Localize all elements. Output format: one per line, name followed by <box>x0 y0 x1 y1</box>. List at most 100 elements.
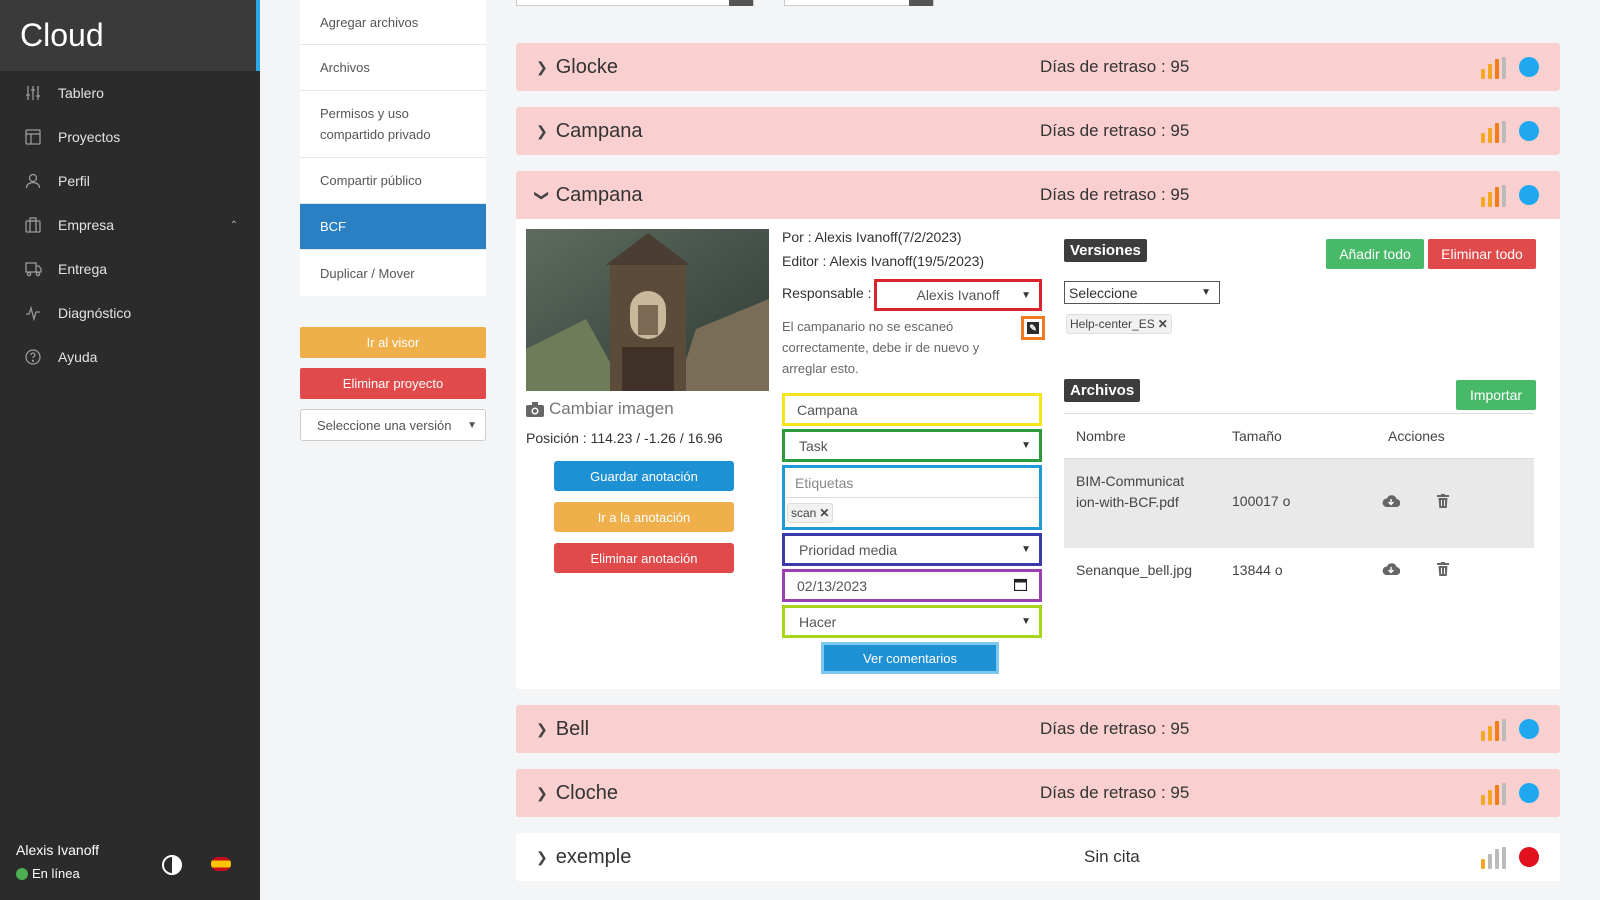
view-comments-button[interactable]: Ver comentarios <box>821 642 999 674</box>
title-input[interactable]: Campana <box>782 393 1042 426</box>
issue-row[interactable]: ❯ Campana Días de retraso : 95 <box>516 107 1560 155</box>
tag-label: scan <box>791 506 817 520</box>
issue-detail-panel: Cambiar imagen Posición : 114.23 / -1.26… <box>516 219 1560 689</box>
versions-select[interactable]: Seleccione ▼ <box>1064 281 1220 304</box>
issue-title: Campana <box>555 183 643 206</box>
chevron-up-icon[interactable]: ⌃ <box>230 220 238 231</box>
chevron-right-icon: ❯ <box>536 784 548 801</box>
issue-row[interactable]: ❯ Bell Días de retraso : 95 <box>516 705 1560 753</box>
top-select-stub[interactable] <box>784 0 934 6</box>
type-value: Task <box>799 437 828 454</box>
remove-all-button[interactable]: Eliminar todo <box>1428 239 1536 269</box>
user-status: En línea <box>16 866 80 881</box>
responsible-select[interactable]: Alexis Ivanoff ▼ <box>874 279 1042 311</box>
due-date-value: 02/13/2023 <box>797 577 868 594</box>
chevron-down-icon: ▼ <box>1021 440 1031 451</box>
sidebar-item-label: Diagnóstico <box>58 305 132 321</box>
files-table: Nombre Tamaño Acciones BIM-Communication… <box>1064 413 1534 594</box>
files-table-header: Nombre Tamaño Acciones <box>1064 413 1534 459</box>
project-menu: Agregar archivos Archivos Permisos y uso… <box>300 0 486 296</box>
type-select[interactable]: Task ▼ <box>782 429 1042 462</box>
edited-by: Editor : Alexis Ivanoff(19/5/2023) <box>782 253 985 269</box>
column-header: Tamaño <box>1232 428 1282 444</box>
delete-annotation-button[interactable]: Eliminar anotación <box>554 543 734 573</box>
save-annotation-button[interactable]: Guardar anotación <box>554 461 734 491</box>
issue-delay: Días de retraso : 95 <box>1040 719 1190 738</box>
chevron-right-icon: ❯ <box>536 122 548 139</box>
state-select[interactable]: Hacer ▼ <box>782 605 1042 638</box>
spanish-flag-icon[interactable] <box>211 857 231 871</box>
delete-project-button[interactable]: Eliminar proyecto <box>300 368 486 399</box>
remove-tag-icon[interactable]: ✕ <box>819 506 829 520</box>
download-icon[interactable] <box>1382 562 1401 579</box>
priority-bars-icon <box>1481 185 1506 207</box>
table-row[interactable]: Senanque_bell.jpg 13844 o <box>1064 548 1534 594</box>
versions-heading: Versiones <box>1064 239 1147 262</box>
table-row[interactable]: BIM-Communication-with-BCF.pdf 100017 o <box>1064 459 1534 548</box>
file-size: 100017 o <box>1232 493 1291 509</box>
building-icon <box>24 216 42 234</box>
trash-icon[interactable] <box>1437 494 1449 511</box>
version-chip-label: Help-center_ES <box>1070 317 1155 331</box>
files-heading: Archivos <box>1064 379 1141 402</box>
top-input-stub[interactable] <box>516 0 754 6</box>
menu-item-bcf[interactable]: BCF <box>300 204 486 250</box>
sidebar-item-label: Entrega <box>58 261 108 277</box>
issue-row[interactable]: ❯ Cloche Días de retraso : 95 <box>516 769 1560 817</box>
brand-logo[interactable]: Cloud <box>0 0 260 71</box>
column-header: Acciones <box>1388 428 1445 444</box>
issue-title: Campana <box>555 119 643 142</box>
change-image-link[interactable]: Cambiar imagen <box>526 399 674 419</box>
goto-annotation-button[interactable]: Ir a la anotación <box>554 502 734 532</box>
menu-item-compartir-publico[interactable]: Compartir público <box>300 158 486 204</box>
user-name: Alexis Ivanoff <box>16 842 100 858</box>
menu-item-duplicar[interactable]: Duplicar / Mover <box>300 250 486 296</box>
menu-item-permisos[interactable]: Permisos y uso compartido privado <box>300 91 486 158</box>
status-dot-icon <box>1519 783 1539 803</box>
sidebar-item-ayuda[interactable]: Ayuda <box>0 335 260 379</box>
trash-icon[interactable] <box>1437 562 1449 579</box>
responsible-value: Alexis Ivanoff <box>916 287 1000 303</box>
issue-row-expanded[interactable]: ❯ Campana Días de retraso : 95 <box>516 171 1560 219</box>
add-all-button[interactable]: Añadir todo <box>1326 239 1424 269</box>
import-button[interactable]: Importar <box>1456 380 1536 410</box>
layout-icon <box>24 128 42 146</box>
version-select[interactable]: Seleccione una versión ▼ <box>300 409 486 441</box>
sidebar-item-perfil[interactable]: Perfil <box>0 159 260 203</box>
user-icon <box>24 172 42 190</box>
chevron-right-icon: ❯ <box>536 58 548 75</box>
issue-title: Glocke <box>555 55 618 78</box>
due-date-input[interactable]: 02/13/2023 <box>782 569 1042 602</box>
sidebar-item-diagnostico[interactable]: Diagnóstico <box>0 291 260 335</box>
issue-delay: Días de retraso : 95 <box>1040 121 1190 140</box>
sidebar-item-entrega[interactable]: Entrega <box>0 247 260 291</box>
calendar-icon[interactable] <box>1013 578 1028 594</box>
menu-item-agregar-archivos[interactable]: Agregar archivos <box>300 0 486 45</box>
issue-row[interactable]: ❯ Glocke Días de retraso : 95 <box>516 43 1560 91</box>
sidebar-item-proyectos[interactable]: Proyectos <box>0 115 260 159</box>
priority-bars-icon <box>1481 783 1506 805</box>
chevron-down-icon: ▼ <box>1021 289 1031 301</box>
remove-version-icon[interactable]: ✕ <box>1158 317 1168 331</box>
edit-icon: ✎ <box>1027 322 1039 334</box>
change-image-label: Cambiar imagen <box>549 399 674 418</box>
menu-item-archivos[interactable]: Archivos <box>300 45 486 91</box>
issue-title: Bell <box>555 717 590 740</box>
theme-toggle-icon[interactable] <box>162 855 182 875</box>
status-dot-icon <box>1519 121 1539 141</box>
status-dot-icon <box>1519 847 1539 867</box>
column-header: Nombre <box>1076 428 1126 444</box>
issue-row[interactable]: ❯ exemple Sin cita <box>516 833 1560 881</box>
priority-select[interactable]: Prioridad media ▼ <box>782 533 1042 566</box>
status-dot-icon <box>1519 57 1539 77</box>
tag-chip: scan ✕ <box>787 503 834 523</box>
sidebar-item-empresa[interactable]: Empresa ⌃ <box>0 203 260 247</box>
sidebar-item-tablero[interactable]: Tablero <box>0 71 260 115</box>
go-viewer-button[interactable]: Ir al visor <box>300 327 486 358</box>
tags-field[interactable]: Etiquetas scan ✕ <box>782 465 1042 530</box>
status-dot-icon <box>1519 719 1539 739</box>
file-name: Senanque_bell.jpg <box>1076 562 1192 578</box>
status-label: En línea <box>32 866 80 881</box>
edit-description-button[interactable]: ✎ <box>1021 316 1045 340</box>
download-icon[interactable] <box>1382 494 1401 511</box>
